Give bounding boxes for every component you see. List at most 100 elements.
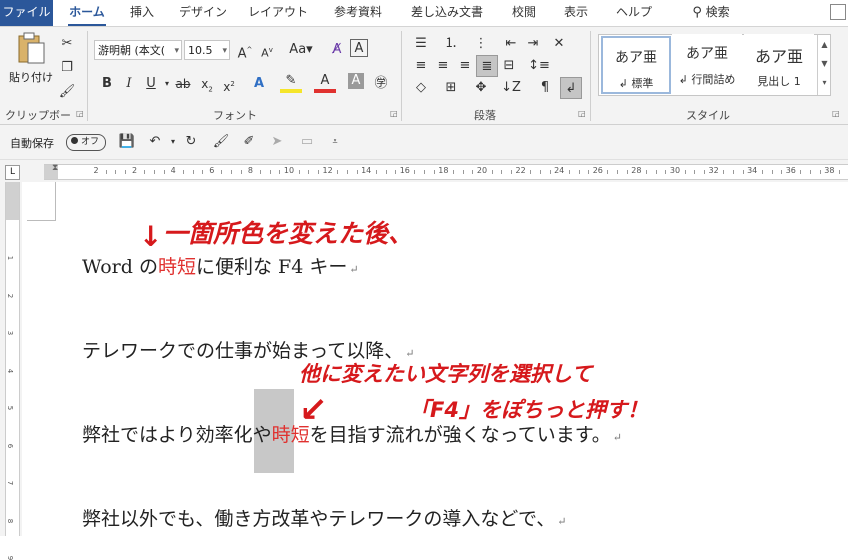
- sort-icon[interactable]: ↓Z: [500, 77, 522, 99]
- autosave-toggle[interactable]: オフ: [66, 134, 106, 151]
- ruler-tick: [617, 170, 619, 174]
- clear-formatting-icon[interactable]: A̸: [326, 39, 348, 61]
- search-box[interactable]: ⚲ 検索: [676, 0, 746, 26]
- italic-icon[interactable]: I: [118, 73, 140, 95]
- enclose-characters-icon[interactable]: ㊫: [370, 73, 392, 95]
- styles-launcher-icon[interactable]: ◲: [832, 109, 840, 118]
- strikethrough-icon[interactable]: ab: [172, 73, 194, 95]
- distributed-icon[interactable]: ⊟: [498, 55, 520, 77]
- style-heading-1[interactable]: あア亜 見出し 1: [744, 34, 814, 94]
- bullets-icon[interactable]: ☰: [410, 33, 432, 55]
- customize-qat-icon[interactable]: ⩡: [324, 131, 346, 153]
- vertical-ruler[interactable]: 1 2 3 4 5 6 7 8 9: [5, 182, 20, 560]
- tab-mailings[interactable]: 差し込み文書: [402, 0, 492, 26]
- format-painter-icon[interactable]: 🖌: [56, 81, 78, 103]
- line-spacing-icon[interactable]: ↕≡: [528, 55, 550, 77]
- grow-font-icon[interactable]: A^: [234, 39, 256, 61]
- decrease-indent-icon[interactable]: ⇤: [500, 33, 522, 55]
- font-launcher-icon[interactable]: ◲: [390, 109, 398, 118]
- paste-button[interactable]: 貼り付け: [8, 31, 54, 93]
- character-shading-icon[interactable]: A: [348, 73, 364, 89]
- ribbon-tab-bar: ファイル ホーム 挿入 デザイン レイアウト 参考資料 差し込み文書 校閲 表示…: [0, 0, 848, 27]
- align-center-icon[interactable]: ≡: [432, 55, 454, 77]
- ruler-number: 30: [669, 166, 681, 175]
- ruler-tick: [781, 170, 783, 174]
- paragraph-launcher-icon[interactable]: ◲: [578, 109, 586, 118]
- tab-layout[interactable]: レイアウト: [244, 0, 312, 26]
- paragraph-mark: ↵: [612, 431, 623, 444]
- edit-marks-icon[interactable]: ↲: [560, 77, 582, 99]
- ruler-tick: [501, 170, 503, 174]
- shading-icon[interactable]: ◇: [410, 77, 432, 99]
- justify-icon[interactable]: ≣: [476, 55, 498, 77]
- clipboard-launcher-icon[interactable]: ◲: [76, 109, 84, 118]
- asian-layout-icon[interactable]: ✕: [548, 33, 570, 55]
- highlighter-icon[interactable]: ✐: [238, 131, 260, 153]
- ruler-tick: [433, 170, 435, 174]
- tab-selector-icon[interactable]: L: [5, 165, 20, 180]
- character-border-icon[interactable]: A: [350, 39, 368, 57]
- ruler-tick: [240, 170, 242, 174]
- show-marks-icon[interactable]: ¶: [534, 77, 556, 99]
- ruler-tick: [510, 170, 512, 174]
- ruler-tick: [684, 170, 686, 174]
- styles-scroll[interactable]: ▲ ▼ ▾: [817, 35, 831, 95]
- ruler-tick: [163, 170, 165, 174]
- tab-insert[interactable]: 挿入: [120, 0, 164, 26]
- copy-icon[interactable]: ❐: [56, 57, 78, 79]
- document-page[interactable]: Word の時短に便利な F4 キー ↵ テレワークでの仕事が始まって以降、 ↵ 弊…: [23, 182, 848, 536]
- align-right-icon[interactable]: ≡: [454, 55, 476, 77]
- ruler-number: 16: [399, 166, 410, 175]
- tab-file[interactable]: ファイル: [0, 0, 53, 26]
- ruler-tick: [192, 170, 194, 174]
- numbering-icon[interactable]: ⒈: [440, 33, 462, 55]
- paragraph-group-label: 段落: [474, 109, 496, 122]
- font-color-icon[interactable]: A: [314, 73, 336, 93]
- ruler-number: 6: [209, 166, 215, 175]
- text-effects-icon[interactable]: A: [248, 73, 270, 95]
- save-icon[interactable]: 💾: [116, 131, 138, 153]
- horizontal-ruler[interactable]: ⧗ 2246810121416182022242628303234363840: [44, 163, 848, 180]
- align-left-icon[interactable]: ≡: [410, 55, 432, 77]
- cut-icon[interactable]: ✂: [56, 33, 78, 55]
- presentation-icon[interactable]: ▭: [296, 131, 318, 153]
- styles-group-label: スタイル: [686, 109, 730, 122]
- bold-icon[interactable]: B: [96, 73, 118, 95]
- tab-home[interactable]: ホーム: [60, 0, 114, 26]
- paste-icon: [18, 32, 45, 64]
- highlight-color-icon[interactable]: ✎: [280, 73, 302, 93]
- style-normal[interactable]: あア亜 ↲ 標準: [601, 36, 671, 94]
- ruler-number: 8: [6, 518, 15, 523]
- ruler-tick: [317, 170, 319, 174]
- change-case-icon[interactable]: Aa▾: [284, 39, 318, 61]
- pointer-icon[interactable]: ➤: [266, 131, 288, 153]
- ruler-number: 38: [824, 166, 835, 175]
- borders-icon[interactable]: ⊞: [440, 77, 462, 99]
- group-divider: [401, 31, 402, 121]
- ruler-number: 10: [283, 166, 295, 175]
- font-name-select[interactable]: 游明朝 (本文(▾: [94, 40, 182, 60]
- format-painter-icon[interactable]: 🖌: [210, 131, 232, 153]
- font-size-select[interactable]: 10.5 ▾: [184, 40, 230, 60]
- subscript-icon[interactable]: x2: [196, 73, 218, 95]
- multilevel-list-icon[interactable]: ⋮: [470, 33, 492, 55]
- autosave-state: オフ: [81, 137, 100, 147]
- ruler-tick: [202, 170, 204, 174]
- tab-review[interactable]: 校閲: [502, 0, 546, 26]
- increase-indent-icon[interactable]: ⇥: [522, 33, 544, 55]
- tab-design[interactable]: デザイン: [172, 0, 234, 26]
- text-run: 弊社以外でも、働き方改革やテレワークの導入などで、: [82, 508, 556, 530]
- tab-view[interactable]: 表示: [554, 0, 598, 26]
- ruler-tick: [665, 170, 667, 174]
- tab-references[interactable]: 参考資料: [322, 0, 394, 26]
- share-icon[interactable]: [830, 4, 846, 20]
- shrink-font-icon[interactable]: Av: [256, 39, 278, 61]
- redo-icon[interactable]: ↻: [180, 131, 202, 153]
- indent-marker-icon[interactable]: ⧗: [52, 163, 58, 173]
- ruler-number: 24: [554, 166, 565, 175]
- font-name-value: 游明朝 (本文(: [98, 44, 166, 57]
- superscript-icon[interactable]: x2: [218, 73, 240, 95]
- asian-typography-icon[interactable]: ✥: [470, 77, 492, 99]
- tab-help[interactable]: ヘルプ: [606, 0, 662, 26]
- style-no-spacing[interactable]: あア亜 ↲ 行間詰め: [672, 34, 742, 94]
